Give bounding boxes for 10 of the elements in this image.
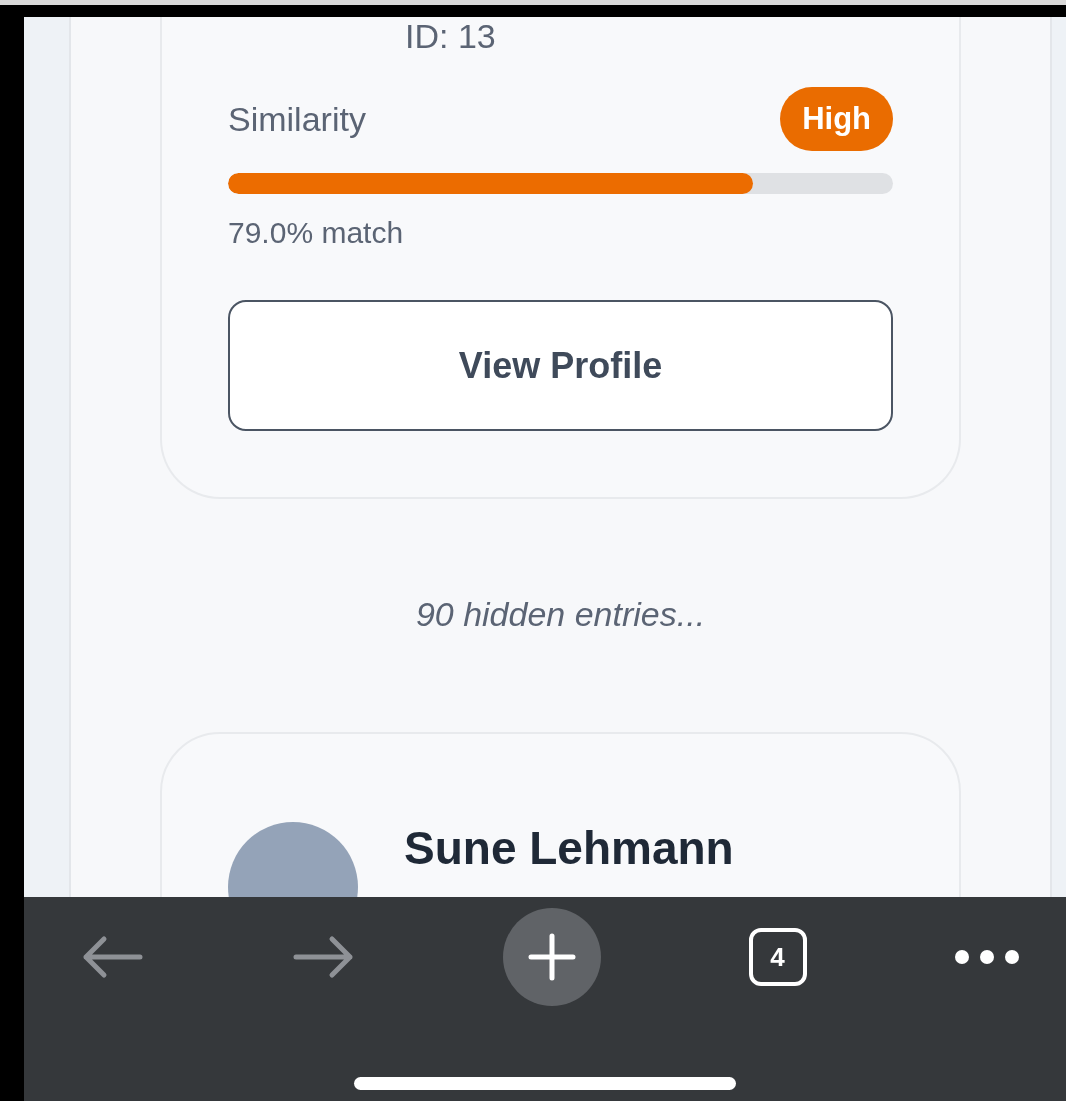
hidden-entries-note: 90 hidden entries... xyxy=(414,595,707,634)
view-profile-button[interactable]: View Profile xyxy=(228,300,893,431)
similarity-badge: High xyxy=(780,87,893,151)
more-icon[interactable] xyxy=(954,949,1020,965)
match-text: 79.0% match xyxy=(228,216,405,250)
tab-count-button[interactable]: 4 xyxy=(748,928,807,986)
new-tab-icon[interactable] xyxy=(503,908,601,1006)
similarity-label: Similarity xyxy=(228,99,366,139)
person-name: Sune Lehmann xyxy=(404,822,734,874)
id-label: ID: 13 xyxy=(404,17,497,55)
